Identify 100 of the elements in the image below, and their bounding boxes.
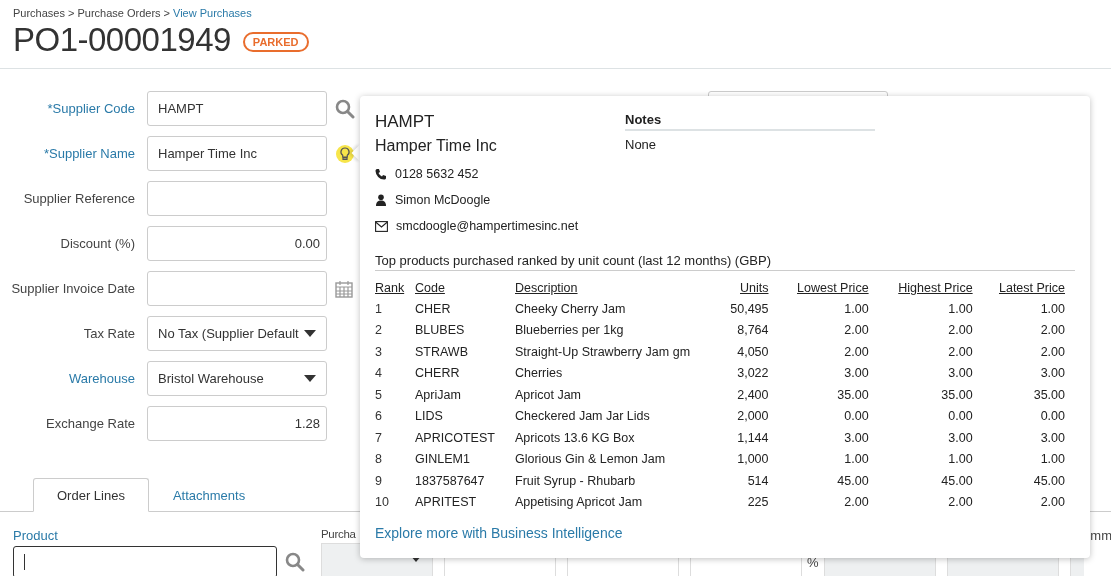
table-cell-text: 1,144 [736,429,769,447]
table-cell-text: Glorious Gin & Lemon Jam [515,451,667,469]
table-cell: 3.00 [972,427,1065,449]
table-cell-text: 4,050 [736,343,769,361]
table-cell-text: 2,000 [736,408,769,426]
table-cell: 1 [375,298,415,320]
table-cell-text: BLUBES [415,322,466,340]
field-label: Discount (%) [59,236,136,251]
column-header[interactable]: Code [415,281,445,295]
column-header[interactable]: Latest Price [999,281,1065,295]
table-cell-text: Cheeky Cherry Jam [515,300,627,318]
column-header[interactable]: Rank [375,281,405,295]
breadcrumb-link[interactable]: View Purchases [173,7,252,19]
dropdown[interactable]: No Tax (Supplier Default [147,316,327,351]
contact-name: Simon McDoogle [395,193,491,207]
table-cell: STRAWB [415,341,515,363]
table-cell-text: 514 [746,472,769,490]
table-cell-text: 3,022 [736,365,769,383]
column-header[interactable]: Units [740,281,769,295]
table-cell-text: 225 [746,494,769,512]
table-cell: 0.00 [768,405,869,427]
table-cell: APRITEST [415,491,515,513]
table-cell: 45.00 [768,470,869,492]
field-label: *Supplier Name [42,146,136,161]
tab[interactable]: Attachments [148,478,270,512]
table-cell: 3.00 [868,362,973,384]
table-cell: LIDS [415,405,515,427]
column-header[interactable]: Description [515,281,578,295]
table-cell: 2.00 [972,341,1065,363]
table-cell-text: Checkered Jam Jar Lids [515,408,651,426]
breadcrumb-link[interactable]: Purchases [13,7,65,19]
table-cell: 7 [375,427,415,449]
field-label: Supplier Invoice Date [10,281,136,296]
table-cell: 5 [375,384,415,406]
table-cell: 3.00 [972,362,1065,384]
input-field[interactable]: 0.00 [147,226,327,261]
table-cell: 3.00 [768,362,869,384]
field-label: Product [13,528,59,543]
table-cell: 3.00 [768,427,869,449]
table-cell-text: 1,000 [736,451,769,469]
column-header[interactable]: Highest Price [898,281,973,295]
table-cell: 2.00 [868,319,973,341]
table-cell: 2.00 [868,491,973,513]
table-cell-text: Fruit Syrup - Rhubarb [515,472,637,490]
table-cell: 2.00 [972,491,1065,513]
table-cell: ApriJam [415,384,515,406]
table-cell: 1.00 [768,298,869,320]
table-cell: 1.00 [972,298,1065,320]
column-label: mm [1090,528,1111,545]
table-cell: 2.00 [768,491,869,513]
field-label: *Supplier Code [46,101,136,116]
input-field[interactable]: HAMPT [147,91,327,126]
table-cell-text: 6 [375,408,383,426]
table-cell: 1.00 [868,448,973,470]
field-label: Tax Rate [82,326,136,341]
table-cell: 2.00 [768,341,869,363]
table-cell: 10 [375,491,415,513]
business-intelligence-link[interactable]: Explore more with Business Intelligence [375,525,623,541]
table-cell: 45.00 [868,470,973,492]
table-cell: 35.00 [868,384,973,406]
percent-sign: % [807,555,819,570]
table-cell: GINLEM1 [415,448,515,470]
status-badge: PARKED [242,31,309,52]
table-cell: CHER [415,298,515,320]
table-cell-text: Blueberries per 1kg [515,322,625,340]
table-cell: 2.00 [972,319,1065,341]
table-cell: 1.00 [972,448,1065,470]
column-header[interactable]: Lowest Price [797,281,869,295]
table-cell-text: 1837587647 [415,472,486,490]
table-cell-text: Appetising Apricot Jam [515,494,644,512]
field-label: Exchange Rate [45,416,136,431]
tab[interactable]: Order Lines [33,478,149,512]
table-cell-text: Apricot Jam [515,386,582,404]
table-cell-text: 2,400 [736,386,769,404]
table-cell-text: Apricots 13.6 KG Box [515,429,636,447]
table-cell-text: 8,764 [736,322,769,340]
table-cell: APRICOTEST [415,427,515,449]
table-cell: 1.00 [768,448,869,470]
phone-number: 0128 5632 452 [395,167,479,181]
supplier-code: HAMPT [375,112,436,132]
table-cell: 8 [375,448,415,470]
breadcrumb-link[interactable]: Purchase Orders [77,7,161,19]
table-cell: 35.00 [768,384,869,406]
supplier-name: Hamper Time Inc [375,137,498,155]
breadcrumb-separator: > [163,7,170,19]
column-label: Purcha [321,528,356,540]
table-cell: 2.00 [768,319,869,341]
input-field[interactable]: Hamper Time Inc [147,136,327,171]
dropdown[interactable]: Bristol Warehouse [147,361,327,396]
section-heading: Top products purchased ranked by unit count (last 12 months) (GBP) [375,253,1075,271]
table-cell: 3.00 [868,427,973,449]
field-label: Supplier Reference [22,191,136,206]
email-address: smcdoogle@hampertimesinc.net [396,219,579,233]
page-title: PO1-00001949 [13,21,231,59]
table-cell: 35.00 [972,384,1065,406]
notes-heading: Notes [625,112,875,131]
table-cell: 4 [375,362,415,384]
input-field[interactable]: 1.28 [147,406,327,441]
table-cell: 3 [375,341,415,363]
breadcrumb-separator: > [68,7,75,19]
